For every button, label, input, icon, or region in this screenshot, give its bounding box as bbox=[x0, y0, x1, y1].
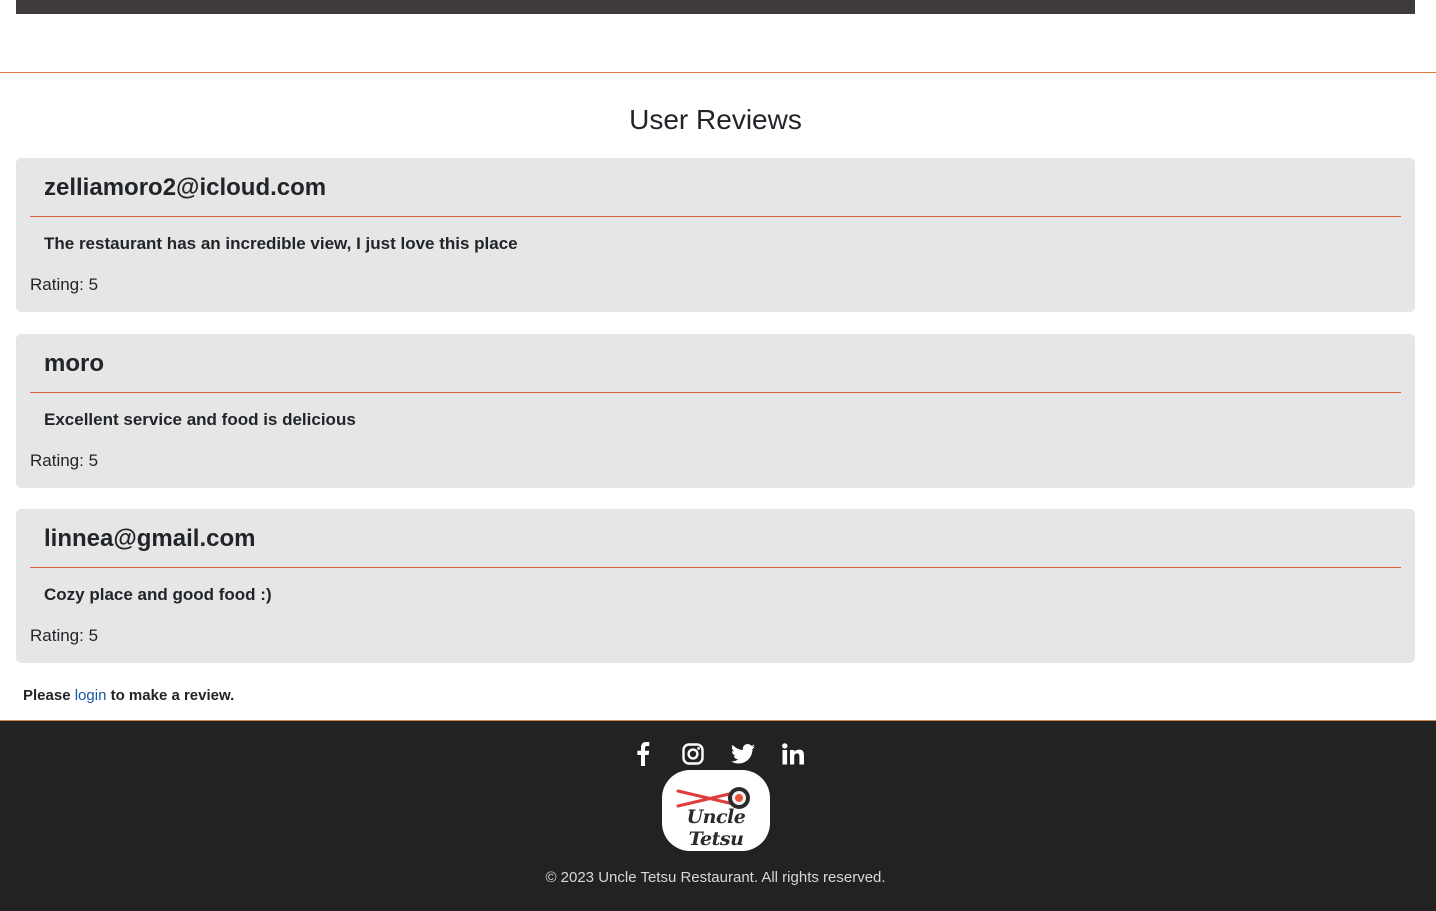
review-text: Cozy place and good food :) bbox=[44, 585, 272, 604]
top-navbar-strip bbox=[16, 0, 1415, 14]
review-author: zelliamoro2@icloud.com bbox=[44, 174, 327, 201]
site-footer: Uncle Tetsu © 2023 Uncle Tetsu Restauran… bbox=[0, 720, 1436, 911]
facebook-icon[interactable] bbox=[630, 741, 656, 767]
review-author: linnea@gmail.com bbox=[44, 525, 256, 552]
review-rating: Rating: 5 bbox=[30, 626, 99, 645]
review-rating: Rating: 5 bbox=[30, 451, 99, 470]
login-link[interactable]: login bbox=[75, 687, 107, 704]
social-links bbox=[0, 741, 1436, 767]
login-prompt: Please login to make a review. bbox=[23, 686, 234, 706]
linkedin-icon[interactable] bbox=[780, 741, 806, 767]
copyright-text: © 2023 Uncle Tetsu Restaurant. All right… bbox=[545, 869, 886, 886]
twitter-icon[interactable] bbox=[730, 741, 756, 767]
review-rating: Rating: 5 bbox=[30, 275, 99, 294]
review-card: zelliamoro2@icloud.com The restaurant ha… bbox=[16, 158, 1415, 312]
review-divider bbox=[30, 216, 1401, 217]
page-title: User Reviews bbox=[629, 104, 802, 135]
review-text: The restaurant has an incredible view, I… bbox=[44, 234, 518, 253]
logo-wordmark: Uncle Tetsu bbox=[686, 806, 746, 850]
login-prompt-prefix: Please bbox=[23, 687, 71, 704]
review-divider bbox=[30, 392, 1401, 393]
review-author: moro bbox=[44, 350, 104, 377]
restaurant-logo: Uncle Tetsu bbox=[662, 770, 770, 851]
review-text: Excellent service and food is delicious bbox=[44, 410, 356, 429]
review-card: moro Excellent service and food is delic… bbox=[16, 334, 1415, 488]
section-divider bbox=[0, 72, 1436, 73]
login-prompt-suffix: to make a review. bbox=[110, 687, 235, 704]
instagram-icon[interactable] bbox=[680, 741, 706, 767]
review-card: linnea@gmail.com Cozy place and good foo… bbox=[16, 509, 1415, 663]
review-divider bbox=[30, 567, 1401, 568]
